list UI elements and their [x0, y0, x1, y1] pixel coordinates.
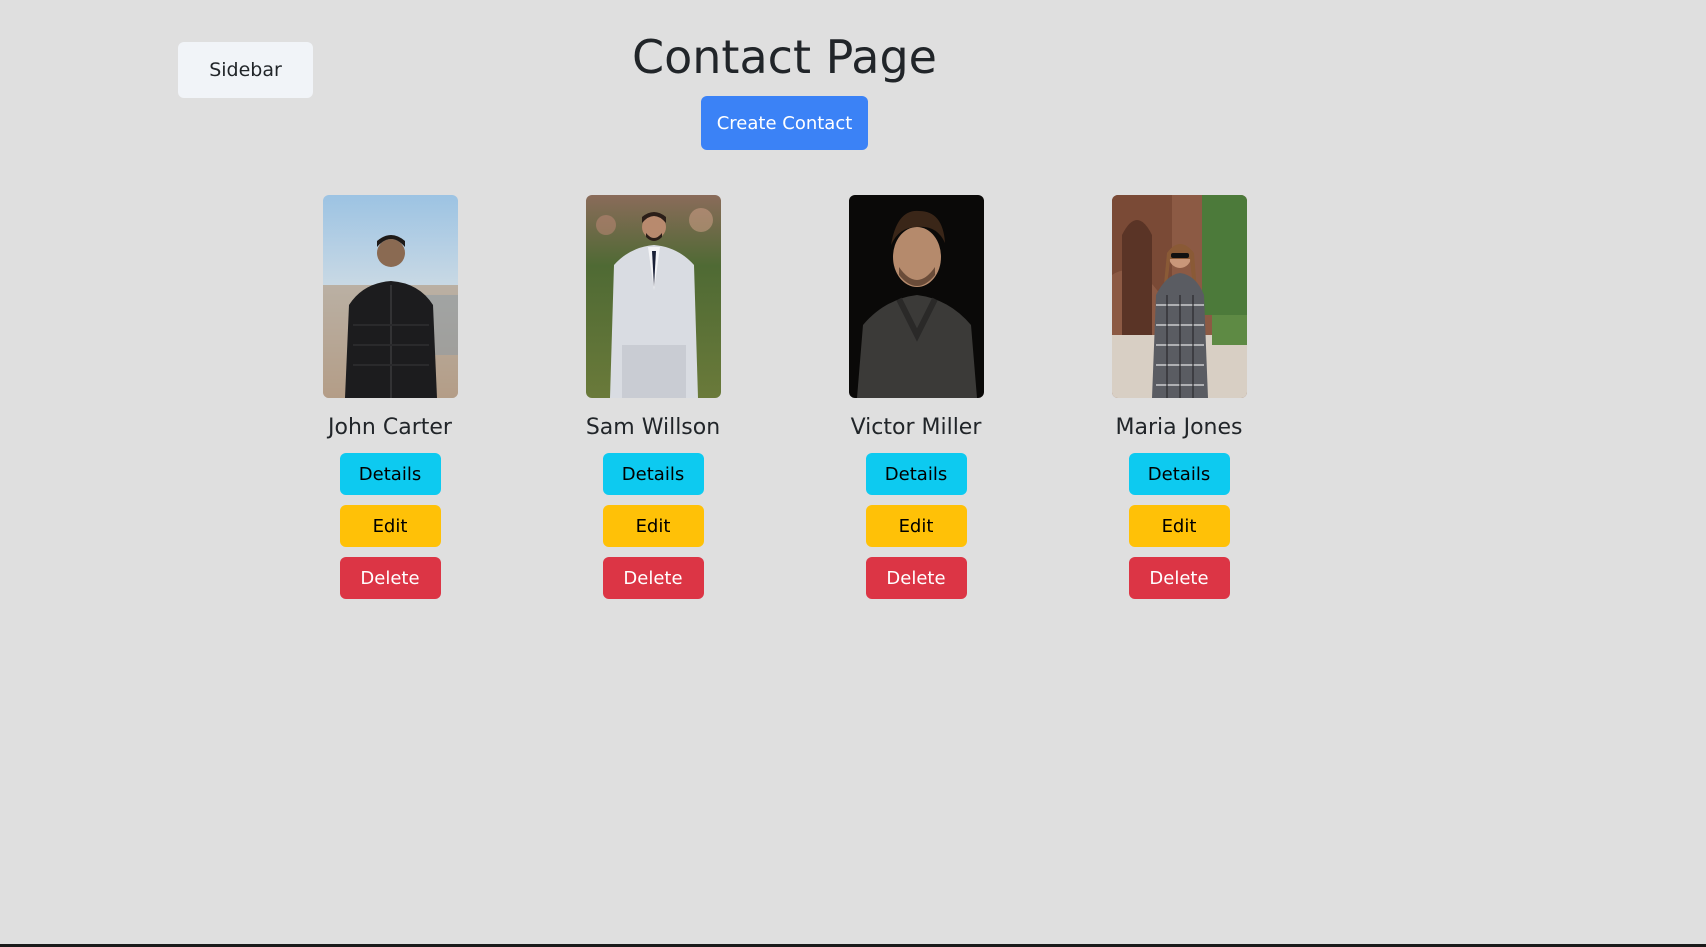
contact-name: Maria Jones [1115, 415, 1243, 440]
details-button[interactable]: Details [1128, 453, 1230, 495]
contact-name: Sam Willson [585, 415, 721, 440]
contact-name: John Carter [328, 415, 452, 440]
contact-photo [1111, 195, 1247, 398]
details-button[interactable]: Details [339, 453, 441, 495]
page-title: Contact Page [632, 30, 937, 84]
details-button[interactable]: Details [602, 453, 704, 495]
create-contact-button[interactable]: Create Contact [701, 96, 868, 150]
edit-button[interactable]: Edit [1128, 505, 1230, 547]
contact-card: Sam Willson Details Edit Delete [553, 195, 753, 599]
delete-button[interactable]: Delete [602, 557, 704, 599]
contact-name: Victor Miller [850, 415, 982, 440]
delete-button[interactable]: Delete [865, 557, 967, 599]
details-button[interactable]: Details [865, 453, 967, 495]
contact-photo [848, 195, 984, 398]
contact-photo [322, 195, 458, 398]
edit-button[interactable]: Edit [865, 505, 967, 547]
edit-button[interactable]: Edit [339, 505, 441, 547]
contact-card: Victor Miller Details Edit Delete [816, 195, 1016, 599]
contact-photo [585, 195, 721, 398]
contact-card: Maria Jones Details Edit Delete [1079, 195, 1279, 599]
edit-button[interactable]: Edit [602, 505, 704, 547]
delete-button[interactable]: Delete [339, 557, 441, 599]
contact-card: John Carter Details Edit Delete [290, 195, 490, 599]
delete-button[interactable]: Delete [1128, 557, 1230, 599]
